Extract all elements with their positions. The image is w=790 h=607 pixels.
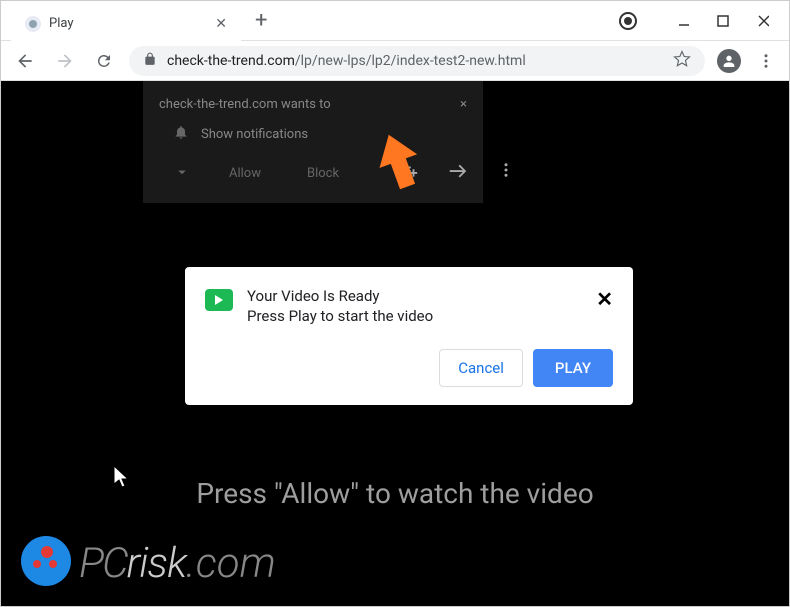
mouse-cursor-icon <box>114 466 132 494</box>
pcrisk-watermark-text: PCrisk.com <box>79 539 276 588</box>
address-bar[interactable]: check-the-trend.com/lp/new-lps/lp2/index… <box>129 46 705 76</box>
notification-origin-text: check-the-trend.com wants to <box>159 97 331 112</box>
notification-permission-label: Show notifications <box>201 127 308 142</box>
dialog-title: Your Video Is Ready <box>247 287 582 305</box>
pcrisk-logo-icon <box>21 536 71 586</box>
back-button[interactable] <box>11 47 39 75</box>
cancel-button[interactable]: Cancel <box>439 349 523 387</box>
share-icon[interactable] <box>447 161 469 187</box>
window-maximize-button[interactable] <box>717 15 729 27</box>
page-content: check-the-trend.com wants to × Show noti… <box>1 81 789 606</box>
notification-permission-prompt: check-the-trend.com wants to × Show noti… <box>143 81 483 203</box>
play-badge-icon <box>205 289 233 311</box>
window-minimize-button[interactable] <box>677 15 689 27</box>
allow-button[interactable]: Allow <box>221 160 269 187</box>
chevron-down-icon[interactable] <box>159 163 191 185</box>
browser-tab[interactable]: Play ✕ <box>11 7 241 41</box>
url-text: check-the-trend.com/lp/new-lps/lp2/index… <box>167 53 526 69</box>
notification-close-button[interactable]: × <box>460 97 467 112</box>
dialog-close-button[interactable]: ✕ <box>596 287 613 311</box>
tab-title: Play <box>49 16 205 31</box>
play-button[interactable]: PLAY <box>533 349 613 387</box>
record-indicator-icon <box>619 12 637 30</box>
tab-favicon <box>25 16 41 32</box>
bell-icon <box>173 124 189 144</box>
more-icon[interactable] <box>497 161 515 187</box>
browser-toolbar: check-the-trend.com/lp/new-lps/lp2/index… <box>1 41 789 81</box>
video-ready-dialog: Your Video Is Ready Press Play to start … <box>185 267 633 405</box>
block-button[interactable]: Block <box>299 160 347 187</box>
tab-close-button[interactable]: ✕ <box>213 14 229 34</box>
new-tab-button[interactable]: + <box>255 8 267 33</box>
window-close-button[interactable] <box>757 15 769 27</box>
reload-button[interactable] <box>91 48 117 74</box>
bookmark-star-icon[interactable] <box>673 50 691 72</box>
browser-menu-button[interactable] <box>753 48 779 74</box>
lock-icon <box>143 51 157 70</box>
dialog-subtitle: Press Play to start the video <box>247 307 582 325</box>
annotation-arrow-icon <box>369 133 429 207</box>
forward-button[interactable] <box>51 47 79 75</box>
browser-titlebar: Play ✕ + <box>1 1 789 41</box>
profile-button[interactable] <box>717 49 741 73</box>
